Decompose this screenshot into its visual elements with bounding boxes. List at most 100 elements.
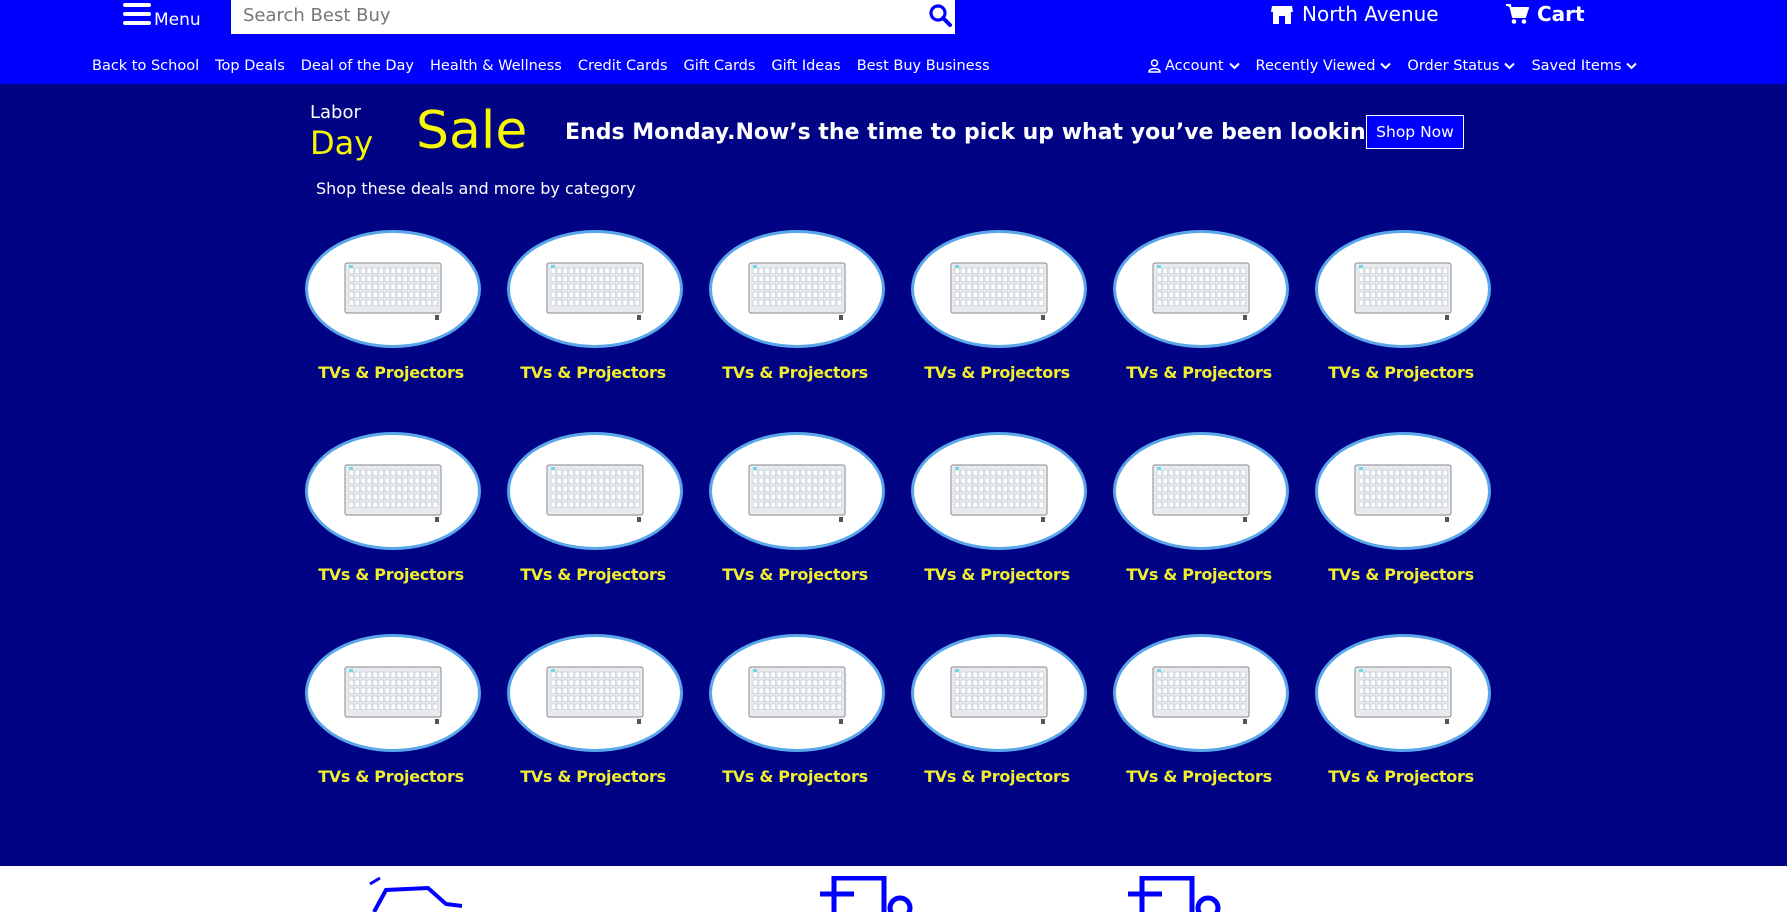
category-label: TVs & Projectors	[318, 767, 464, 786]
category-image	[709, 634, 885, 752]
category-tile[interactable]: TVs & Projectors	[305, 432, 485, 584]
keyboard-image	[748, 262, 846, 320]
category-tile[interactable]: TVs & Projectors	[1315, 230, 1495, 382]
category-tile[interactable]: TVs & Projectors	[709, 432, 889, 584]
recently-viewed-menu[interactable]: Recently Viewed	[1256, 58, 1392, 74]
banner-sale: Sale	[416, 101, 528, 161]
saved-items-label: Saved Items	[1531, 58, 1622, 74]
store-locator[interactable]: North Avenue	[1270, 0, 1439, 28]
category-tile[interactable]: TVs & Projectors	[911, 634, 1091, 786]
nav-gift-cards[interactable]: Gift Cards	[684, 58, 756, 74]
keyboard-image	[546, 464, 644, 522]
shop-now-button[interactable]: Shop Now	[1366, 115, 1464, 149]
hamburger-icon	[123, 3, 151, 25]
order-status-label: Order Status	[1407, 58, 1500, 74]
user-icon	[1148, 59, 1161, 73]
nav-best-buy-business[interactable]: Best Buy Business	[857, 58, 990, 74]
keyboard-image	[546, 262, 644, 320]
keyboard-image	[546, 666, 644, 724]
cart-label: Cart	[1537, 2, 1585, 26]
banner-message: Ends Monday.Now’s the time to pick up wh…	[565, 120, 1430, 145]
primary-nav: Back to School Top Deals Deal of the Day…	[92, 58, 1006, 74]
chevron-down-icon	[1380, 62, 1392, 70]
category-tile[interactable]: TVs & Projectors	[709, 230, 889, 382]
account-label: Account	[1165, 58, 1224, 74]
nav-health-wellness[interactable]: Health & Wellness	[430, 58, 562, 74]
keyboard-image	[344, 464, 442, 522]
category-label: TVs & Projectors	[1126, 363, 1272, 382]
search-input[interactable]	[241, 0, 905, 30]
nav-gift-ideas[interactable]: Gift Ideas	[771, 58, 840, 74]
category-tile[interactable]: TVs & Projectors	[911, 432, 1091, 584]
category-tile[interactable]: TVs & Projectors	[709, 634, 889, 786]
category-label: TVs & Projectors	[520, 363, 666, 382]
category-image	[911, 230, 1087, 348]
category-label: TVs & Projectors	[924, 565, 1070, 584]
category-subtitle: Shop these deals and more by category	[316, 179, 636, 198]
keyboard-image	[1152, 262, 1250, 320]
nav-deal-of-the-day[interactable]: Deal of the Day	[301, 58, 414, 74]
category-tile[interactable]: TVs & Projectors	[305, 634, 485, 786]
banner-day: Day	[310, 124, 374, 162]
category-image	[507, 634, 683, 752]
search-icon	[929, 4, 952, 27]
category-label: TVs & Projectors	[1328, 363, 1474, 382]
category-label: TVs & Projectors	[520, 565, 666, 584]
category-image	[1113, 230, 1289, 348]
category-image	[1315, 432, 1491, 550]
menu-button[interactable]: Menu	[123, 0, 201, 32]
category-image	[709, 432, 885, 550]
category-label: TVs & Projectors	[318, 565, 464, 584]
category-image	[1315, 634, 1491, 752]
category-image	[507, 230, 683, 348]
car-icon	[369, 876, 463, 912]
keyboard-image	[1354, 666, 1452, 724]
nav-top-deals[interactable]: Top Deals	[215, 58, 285, 74]
category-tile[interactable]: TVs & Projectors	[1113, 432, 1293, 584]
nav-back-to-school[interactable]: Back to School	[92, 58, 199, 74]
recently-viewed-label: Recently Viewed	[1255, 58, 1376, 74]
category-label: TVs & Projectors	[520, 767, 666, 786]
footer-strip	[0, 866, 1787, 912]
category-label: TVs & Projectors	[1126, 565, 1272, 584]
category-label: TVs & Projectors	[722, 767, 868, 786]
category-tile[interactable]: TVs & Projectors	[1113, 634, 1293, 786]
search-bar	[231, 0, 955, 34]
category-tile[interactable]: TVs & Projectors	[305, 230, 485, 382]
category-tile[interactable]: TVs & Projectors	[507, 634, 687, 786]
category-tile[interactable]: TVs & Projectors	[911, 230, 1091, 382]
account-nav: Account Recently Viewed Order Status Sav…	[1148, 58, 1653, 74]
category-label: TVs & Projectors	[924, 767, 1070, 786]
category-label: TVs & Projectors	[1126, 767, 1272, 786]
category-tile[interactable]: TVs & Projectors	[1315, 432, 1495, 584]
search-button[interactable]	[925, 0, 955, 30]
category-tile[interactable]: TVs & Projectors	[507, 432, 687, 584]
category-label: TVs & Projectors	[722, 565, 868, 584]
category-tile[interactable]: TVs & Projectors	[1113, 230, 1293, 382]
menu-label: Menu	[154, 10, 201, 30]
cart-button[interactable]: Cart	[1505, 0, 1585, 28]
category-label: TVs & Projectors	[1328, 565, 1474, 584]
keyboard-image	[950, 666, 1048, 724]
keyboard-image	[748, 464, 846, 522]
calendar-icon	[820, 876, 913, 912]
cart-icon	[1506, 4, 1529, 24]
chevron-down-icon	[1626, 62, 1638, 70]
account-menu[interactable]: Account	[1148, 58, 1240, 74]
saved-items-menu[interactable]: Saved Items	[1531, 58, 1638, 74]
category-image	[1113, 634, 1289, 752]
category-image	[709, 230, 885, 348]
category-image	[305, 230, 481, 348]
category-tile[interactable]: TVs & Projectors	[1315, 634, 1495, 786]
category-label: TVs & Projectors	[318, 363, 464, 382]
category-image	[911, 634, 1087, 752]
order-status-menu[interactable]: Order Status	[1407, 58, 1516, 74]
store-name: North Avenue	[1302, 2, 1439, 26]
keyboard-image	[1152, 666, 1250, 724]
nav-credit-cards[interactable]: Credit Cards	[578, 58, 668, 74]
category-image	[507, 432, 683, 550]
keyboard-image	[748, 666, 846, 724]
category-tile[interactable]: TVs & Projectors	[507, 230, 687, 382]
category-label: TVs & Projectors	[1328, 767, 1474, 786]
banner-labor: Labor	[310, 102, 361, 123]
